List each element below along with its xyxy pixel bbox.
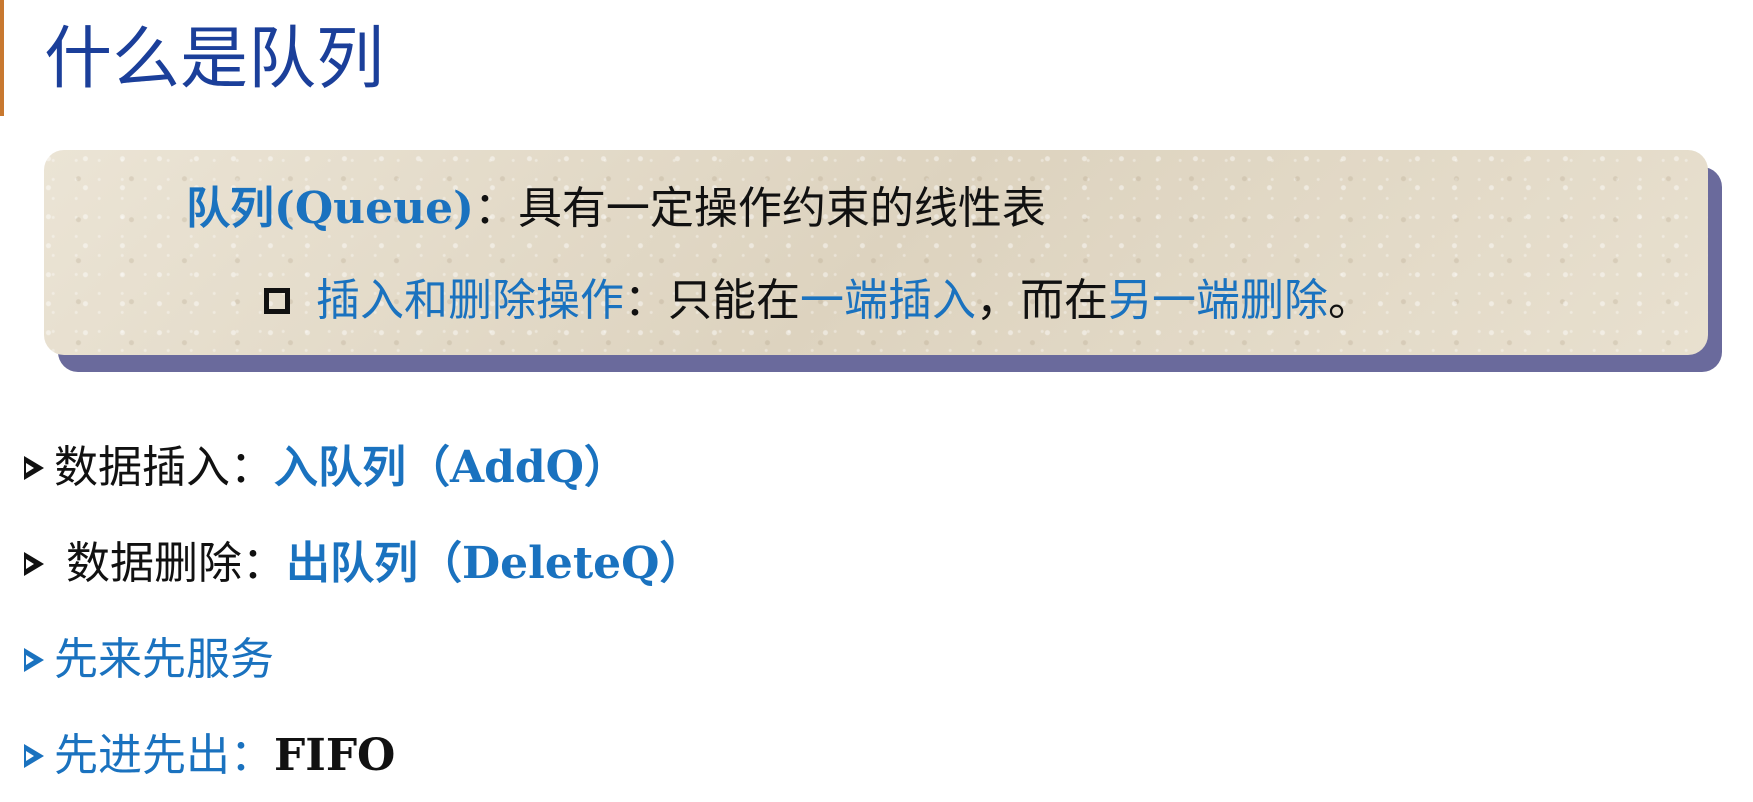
slide-title: 什么是队列 — [44, 20, 385, 99]
definition-sub-line: 插入和删除操作：只能在 一端插入 ，而在 另一端删除。 — [264, 272, 1372, 330]
title-accent-bar — [0, 0, 4, 116]
bullet-value: 出队列（DeleteQ） — [286, 538, 704, 589]
sub-text-1: 只能在 — [668, 275, 800, 326]
sub-blue-1: 一端插入 — [800, 275, 976, 326]
definition-term: 队列(Queue) — [186, 183, 474, 234]
bullet-item: 先进先出： FIFO — [24, 708, 704, 802]
sub-text-2: ，而在 — [976, 275, 1108, 326]
arrowhead-icon — [24, 744, 44, 768]
bullet-label: 先来先服务 — [54, 634, 274, 685]
sub-text-3: 。 — [1328, 275, 1372, 326]
arrowhead-icon — [24, 456, 44, 480]
bullet-value: 入队列（AddQ） — [274, 442, 628, 493]
bullet-item: 数据插入： 入队列（AddQ） — [24, 420, 704, 516]
definition-line: 队列(Queue)：具有一定操作约束的线性表 — [186, 180, 1046, 238]
slide: 什么是队列 队列(Queue)：具有一定操作约束的线性表 插入和删除操作：只能在… — [0, 0, 1753, 802]
arrowhead-icon — [24, 552, 44, 576]
bullet-item: 先来先服务 — [24, 612, 704, 708]
arrowhead-icon — [24, 648, 44, 672]
bullet-list: 数据插入： 入队列（AddQ） 数据删除： 出队列（DeleteQ） 先来先服务 先… — [24, 420, 704, 802]
bullet-label: 数据删除： — [66, 538, 286, 589]
sub-label: 插入和删除操作 — [316, 275, 624, 326]
bullet-label: 先进先出： — [54, 730, 274, 781]
definition-separator: ： — [473, 183, 518, 234]
definition-text: 具有一定操作约束的线性表 — [517, 183, 1046, 234]
hollow-square-icon — [264, 288, 290, 314]
bullet-value: FIFO — [274, 730, 396, 781]
definition-box: 队列(Queue)：具有一定操作约束的线性表 插入和删除操作：只能在 一端插入 ，而… — [44, 150, 1708, 355]
sub-blue-2: 另一端删除 — [1108, 275, 1328, 326]
sub-separator: ： — [624, 275, 668, 326]
bullet-label: 数据插入： — [54, 442, 274, 493]
bullet-item: 数据删除： 出队列（DeleteQ） — [24, 516, 704, 612]
